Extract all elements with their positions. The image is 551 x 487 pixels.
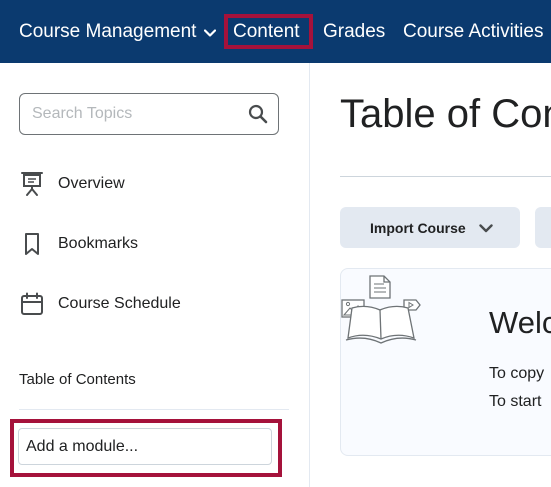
sidebar-item-label: Bookmarks	[58, 235, 139, 252]
divider	[340, 176, 551, 177]
sidebar-item-label: Overview	[58, 175, 125, 192]
course-management-label: Course Management	[19, 21, 197, 42]
secondary-button[interactable]	[535, 207, 551, 248]
welcome-text-line: To copy	[489, 365, 545, 382]
table-of-contents-link[interactable]: Table of Contents	[19, 371, 136, 388]
welcome-text-line: To start	[489, 393, 542, 410]
calendar-icon	[19, 290, 45, 318]
import-course-label: Import Course	[370, 219, 466, 236]
book-media-illustration-icon	[340, 272, 424, 353]
sidebar-item-bookmarks[interactable]: Bookmarks	[19, 226, 289, 262]
search-box	[19, 93, 279, 135]
nav-link-course-activities[interactable]: Course Activities	[403, 0, 543, 63]
sidebar-item-label: Course Schedule	[58, 295, 181, 312]
nav-link-grades[interactable]: Grades	[323, 0, 385, 63]
chevron-down-icon	[478, 220, 493, 236]
search-topics-input[interactable]	[32, 103, 232, 125]
welcome-title: Welc	[489, 305, 551, 340]
import-course-button[interactable]: Import Course	[340, 207, 520, 248]
bookmark-icon	[19, 230, 45, 258]
course-management-menu[interactable]: Course Management	[19, 0, 217, 63]
divider	[19, 409, 289, 410]
add-module-input[interactable]: Add a module...	[18, 428, 272, 465]
sidebar-item-course-schedule[interactable]: Course Schedule	[19, 286, 289, 322]
presentation-icon	[19, 170, 45, 198]
search-icon[interactable]	[248, 104, 268, 129]
page-title: Table of Con	[340, 92, 551, 136]
content-highlight-box	[224, 14, 313, 49]
sidebar: Overview Bookmarks Course Schedule Table…	[0, 63, 310, 487]
chevron-down-icon	[204, 0, 217, 63]
sidebar-item-overview[interactable]: Overview	[19, 166, 289, 202]
